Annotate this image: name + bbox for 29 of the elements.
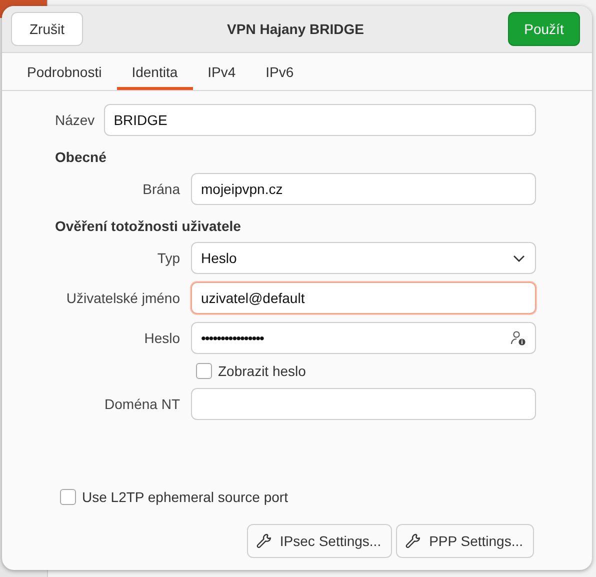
field-label: Uživatelské jméno: [65, 290, 180, 306]
input-field[interactable]: uzivatel@default: [191, 282, 536, 314]
field-label: Název: [55, 112, 95, 128]
checkbox[interactable]: [60, 489, 76, 505]
settings-button[interactable]: PPP Settings...: [396, 524, 534, 558]
dialog-title: VPN Hajany BRIDGE: [227, 21, 364, 37]
checkbox-label: Use L2TP ephemeral source port: [82, 489, 288, 505]
type-dropdown[interactable]: Heslo: [191, 242, 536, 274]
wrench-icon: [405, 533, 422, 549]
name-field[interactable]: BRIDGE: [104, 104, 536, 136]
input-field[interactable]: [191, 388, 536, 420]
wrench-icon: [256, 533, 272, 549]
settings-button[interactable]: IPsec Settings...: [246, 524, 392, 558]
field-label: Typ: [156, 250, 180, 266]
field-label: Brána: [142, 181, 180, 197]
password-field[interactable]: ••••••••••••••••: [191, 322, 536, 354]
section-heading: Ověření totožnosti uživatele: [55, 218, 242, 234]
field-label: Heslo: [143, 330, 180, 346]
cancel-button[interactable]: Zrušit: [11, 12, 83, 46]
checkbox-label: Zobrazit heslo: [218, 363, 306, 379]
checkbox[interactable]: [196, 363, 212, 379]
section-heading: Obecné: [55, 149, 108, 165]
field-label: Doména NT: [104, 396, 180, 412]
tab[interactable]: IPv4: [192, 56, 251, 90]
tab[interactable]: Identita: [116, 56, 193, 90]
input-field[interactable]: mojeipvpn.cz: [191, 173, 536, 205]
tab[interactable]: Podrobnosti: [12, 56, 117, 90]
tab[interactable]: IPv6: [250, 56, 309, 90]
user-info-icon[interactable]: [510, 330, 526, 346]
